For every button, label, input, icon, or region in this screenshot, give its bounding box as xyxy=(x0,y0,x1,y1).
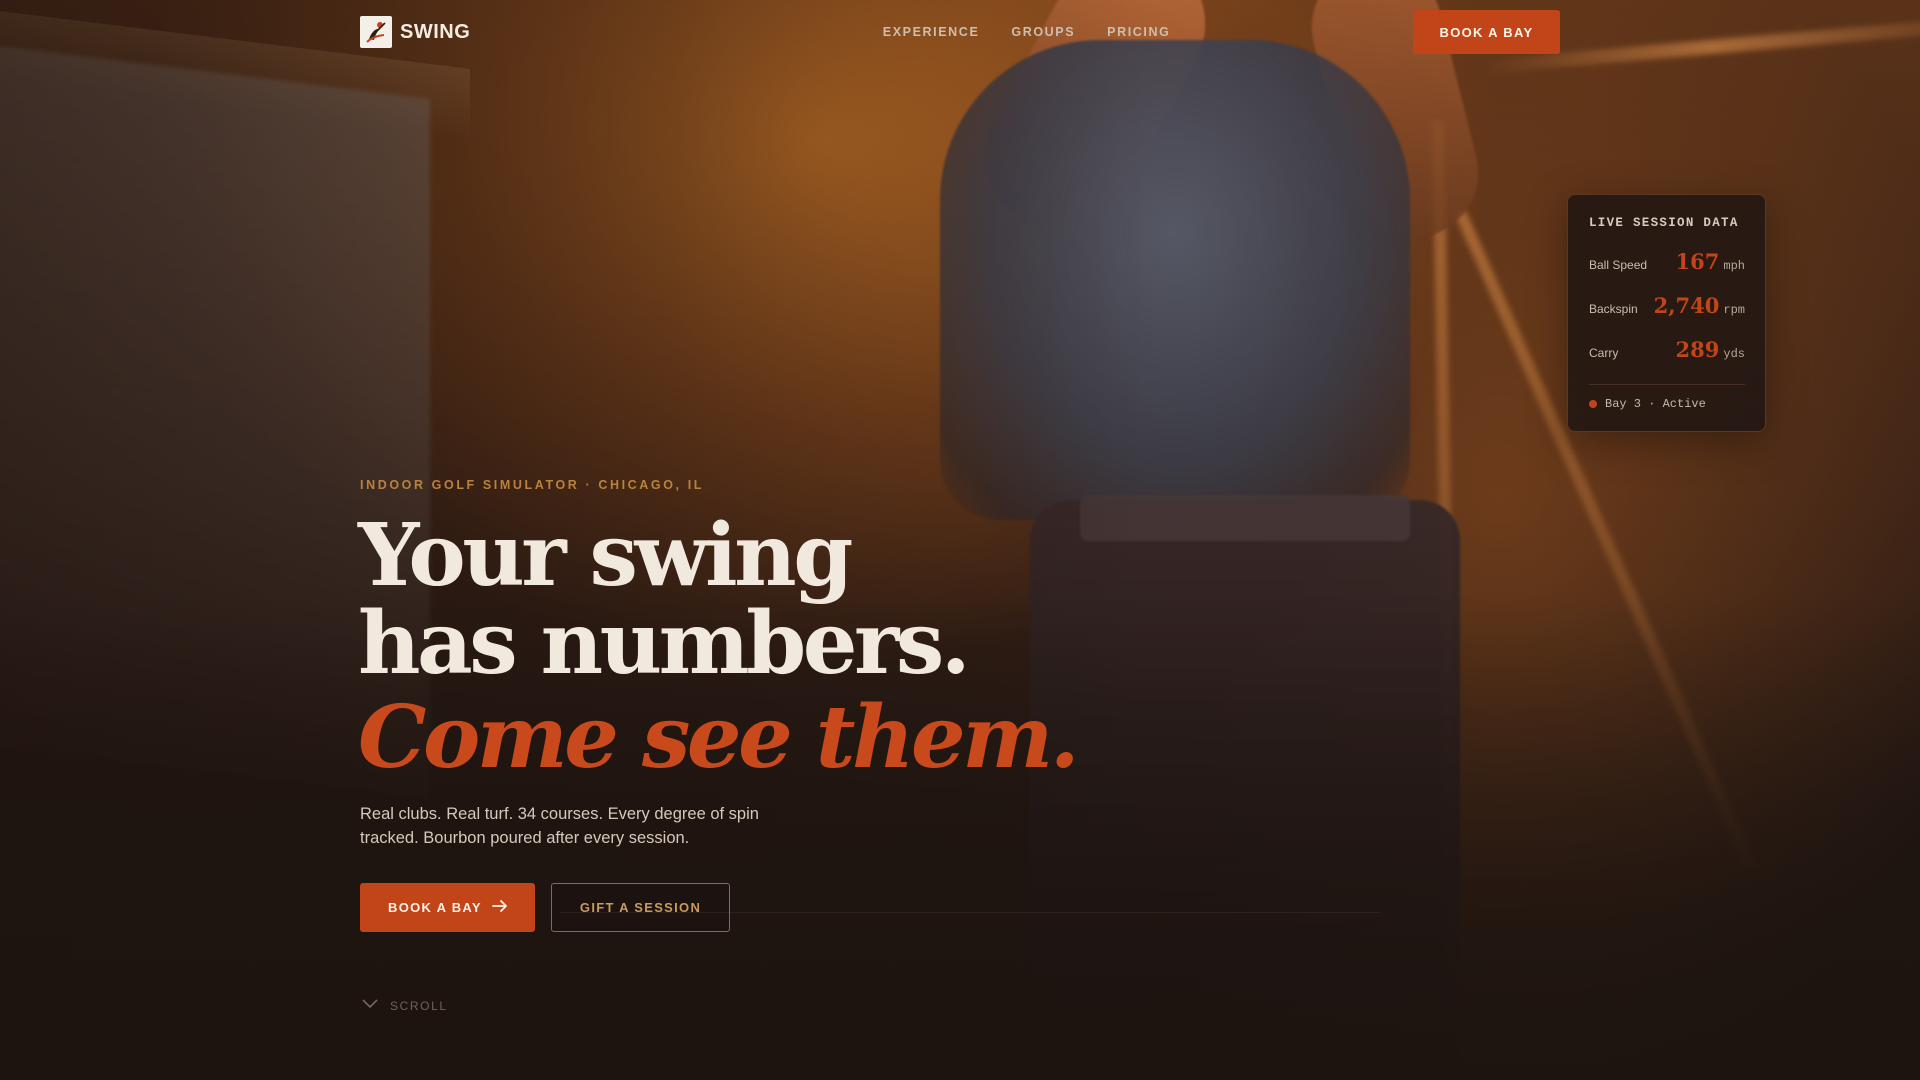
metric-reading: 289 yds xyxy=(1676,337,1745,362)
metric-ball-speed: Ball Speed 167 mph xyxy=(1589,249,1745,293)
headline-line-1: Your swing xyxy=(358,505,853,606)
hero-description: Real clubs. Real turf. 34 courses. Every… xyxy=(360,805,759,847)
gift-session-button[interactable]: GIFT A SESSION xyxy=(550,883,731,932)
nav-link-experience[interactable]: EXPERIENCE xyxy=(883,25,980,39)
metric-label: Ball Speed xyxy=(1589,258,1648,272)
metric-value: 167 xyxy=(1675,249,1720,274)
bay-status: Bay 3 · Active xyxy=(1589,397,1745,411)
chevron-down-icon xyxy=(360,996,380,1015)
golfer-logo-icon xyxy=(360,16,392,48)
nav-link-groups[interactable]: GROUPS xyxy=(1011,25,1075,39)
scroll-indicator[interactable]: SCROLL xyxy=(360,996,448,1015)
metric-backspin: Backspin 2,740 rpm xyxy=(1589,293,1745,337)
card-divider xyxy=(1589,384,1745,385)
metric-carry: Carry 289 yds xyxy=(1589,337,1745,381)
book-bay-button[interactable]: BOOK A BAY xyxy=(360,883,535,932)
metric-unit: yds xyxy=(1723,347,1745,361)
headline-line-2: has numbers. xyxy=(358,593,971,694)
hero-eyebrow: INDOOR GOLF SIMULATOR · CHICAGO, IL xyxy=(360,478,704,492)
metric-label: Backspin xyxy=(1589,302,1638,316)
scroll-label: SCROLL xyxy=(390,998,448,1013)
arrow-right-icon xyxy=(492,899,508,916)
nav-book-bay-button[interactable]: BOOK A BAY xyxy=(1412,10,1560,54)
metric-value: 289 xyxy=(1675,337,1720,362)
book-bay-label: BOOK A BAY xyxy=(388,900,482,915)
metric-value: 2,740 xyxy=(1653,293,1720,318)
metric-label: Carry xyxy=(1589,346,1619,360)
hero-actions: BOOK A BAY GIFT A SESSION xyxy=(360,883,731,932)
metric-unit: mph xyxy=(1723,259,1745,273)
nav-link-pricing[interactable]: PRICING xyxy=(1107,25,1170,39)
session-card-title: LIVE SESSION DATA xyxy=(1589,216,1739,230)
nav-links: EXPERIENCE GROUPS PRICING xyxy=(883,25,1171,39)
brand-name: SWING xyxy=(400,20,471,43)
metric-unit: rpm xyxy=(1723,303,1745,317)
live-session-card: LIVE SESSION DATA Ball Speed 167 mph Bac… xyxy=(1567,194,1766,432)
headline-accent: Come see them. xyxy=(358,687,1080,788)
metric-reading: 167 mph xyxy=(1676,249,1745,274)
brand-link[interactable]: SWING xyxy=(360,16,470,48)
metric-reading: 2,740 rpm xyxy=(1654,293,1745,318)
status-dot-icon xyxy=(1589,400,1597,408)
bay-status-text: Bay 3 · Active xyxy=(1605,397,1706,411)
top-nav: SWING EXPERIENCE GROUPS PRICING BOOK A B… xyxy=(360,10,1560,54)
hero-headline: Your swing has numbers. Come see them. xyxy=(358,505,1080,788)
